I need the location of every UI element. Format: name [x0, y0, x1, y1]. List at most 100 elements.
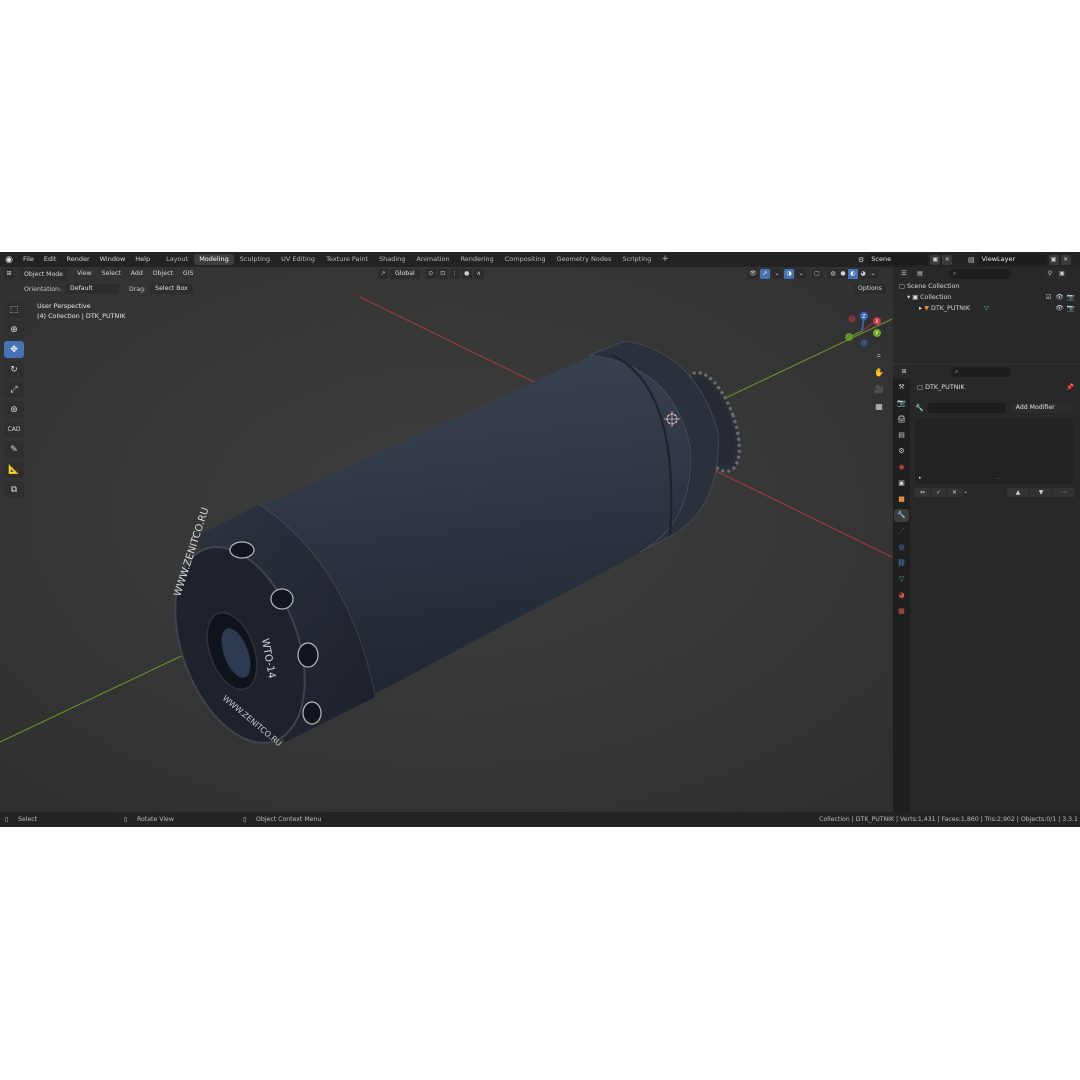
delete-view-layer-icon[interactable]: ✕: [1060, 254, 1071, 265]
eye-icon[interactable]: 👁: [1054, 303, 1065, 314]
select-box-icon[interactable]: ⬚: [4, 301, 24, 318]
wireframe-shading-icon[interactable]: ◍: [828, 269, 838, 279]
copy-view-layer-icon[interactable]: ▣: [1048, 254, 1059, 265]
outliner-editor-icon[interactable]: ☰: [899, 269, 909, 279]
camera-icon[interactable]: 📷: [1065, 303, 1076, 314]
menu-help[interactable]: Help: [130, 252, 155, 267]
move-up-icon[interactable]: ▲: [1007, 488, 1029, 497]
menu-gis[interactable]: GIS: [179, 269, 198, 279]
material-tab-icon[interactable]: ◕: [894, 589, 909, 602]
pin-icon[interactable]: 📌: [1066, 379, 1074, 395]
view-layer-field[interactable]: ViewLayer: [978, 254, 1047, 265]
options-button[interactable]: Options: [854, 284, 886, 294]
tab-scripting[interactable]: Scripting: [617, 254, 656, 265]
add-workspace-button[interactable]: +: [657, 254, 673, 265]
cursor-tool-icon[interactable]: ⊕: [4, 321, 24, 338]
tab-layout[interactable]: Layout: [161, 254, 193, 265]
material-shading-icon[interactable]: ◐: [848, 269, 858, 279]
rendered-shading-icon[interactable]: ◕: [858, 269, 868, 279]
transform-orientation-dropdown[interactable]: Global: [390, 269, 420, 279]
delete-scene-icon[interactable]: ✕: [942, 254, 953, 265]
menu-add[interactable]: Add: [127, 269, 147, 279]
tab-compositing[interactable]: Compositing: [500, 254, 551, 265]
expand-arrow-icon[interactable]: ▸: [919, 475, 922, 481]
scene-tab-icon[interactable]: ⚙: [894, 445, 909, 458]
drag-dropdown[interactable]: Select Box: [150, 284, 193, 294]
modifier-tab-icon[interactable]: 🔧: [894, 509, 909, 522]
data-tab-icon[interactable]: ▽: [894, 573, 909, 586]
tab-animation[interactable]: Animation: [411, 254, 454, 265]
modifier-list-panel[interactable]: ▸ ⋯: [915, 418, 1073, 484]
menu-edit[interactable]: Edit: [39, 252, 62, 267]
link-icon[interactable]: ⇔: [915, 488, 930, 497]
outliner-row-collection[interactable]: ▾ ▣ Collection ☑ 👁 📷: [893, 292, 1080, 303]
more-options-icon[interactable]: ⋯: [1053, 488, 1075, 497]
menu-window[interactable]: Window: [95, 252, 131, 267]
object-tab-icon[interactable]: ■: [894, 493, 909, 506]
mode-selector[interactable]: Object Mode: [20, 268, 67, 280]
orientation-icon[interactable]: ↗: [378, 269, 388, 279]
annotate-tool-icon[interactable]: ✎: [4, 441, 24, 458]
overlay-toggle-icon[interactable]: ◑: [784, 269, 794, 279]
add-cube-tool-icon[interactable]: ⧉: [4, 481, 24, 498]
move-tool-icon[interactable]: ✥: [4, 341, 24, 358]
view-layer-icon[interactable]: ▤: [968, 256, 975, 264]
add-modifier-button[interactable]: Add Modifier: [1011, 403, 1074, 413]
navigation-gizmo[interactable]: Z X Y: [838, 307, 886, 355]
menu-object[interactable]: Object: [149, 269, 177, 279]
gizmo-toggle-icon[interactable]: ↗: [760, 269, 770, 279]
outliner-row-scene-collection[interactable]: ▢ Scene Collection: [893, 281, 1080, 292]
tab-sculpting[interactable]: Sculpting: [235, 254, 275, 265]
constraints-tab-icon[interactable]: ⛓: [894, 557, 909, 570]
chevron-down-icon[interactable]: ⌄: [963, 488, 968, 497]
outliner-row-object[interactable]: ▸ ▼ DTK_PUTNIK ▽ 👁 📷: [893, 303, 1080, 314]
orientation-dropdown[interactable]: Default: [65, 284, 120, 294]
transform-tool-icon[interactable]: ⊛: [4, 401, 24, 418]
perspective-grid-icon[interactable]: ▦: [872, 400, 886, 414]
resize-handle-icon[interactable]: ⋯: [995, 476, 1000, 482]
camera-icon[interactable]: 📷: [1065, 292, 1076, 303]
camera-view-icon[interactable]: 🎥: [872, 383, 886, 397]
render-tab-icon[interactable]: 📷: [894, 397, 909, 410]
scene-icon[interactable]: ⚙: [858, 256, 864, 264]
rotate-tool-icon[interactable]: ↻: [4, 361, 24, 378]
tool-tab-icon[interactable]: ⚒: [894, 381, 909, 394]
output-tab-icon[interactable]: 🖨: [894, 413, 909, 426]
scale-tool-icon[interactable]: ⤢: [4, 381, 24, 398]
3d-viewport[interactable]: WWW.ZENITCO.RU WTO-14 WWW.ZENITCO.RU ⊞ O…: [0, 267, 892, 812]
snap-icon[interactable]: ⊡: [437, 269, 448, 279]
pivot-icon[interactable]: ⊙: [425, 269, 436, 279]
visibility-icon[interactable]: 👁: [748, 269, 758, 279]
tab-rendering[interactable]: Rendering: [456, 254, 499, 265]
expand-arrow-icon[interactable]: ▸: [919, 305, 922, 312]
tab-shading[interactable]: Shading: [374, 254, 410, 265]
zoom-icon[interactable]: ⌕: [872, 349, 886, 363]
new-collection-icon[interactable]: ▣: [1057, 269, 1067, 279]
blender-logo-icon[interactable]: ◉: [0, 255, 18, 265]
properties-search-input[interactable]: ⌕: [951, 367, 1011, 377]
outliner-search-input[interactable]: ⌕: [949, 269, 1011, 279]
move-down-icon[interactable]: ▼: [1030, 488, 1052, 497]
mesh-data-icon[interactable]: ▽: [984, 305, 989, 312]
properties-editor-icon[interactable]: ⊞: [899, 367, 909, 377]
menu-render[interactable]: Render: [61, 252, 94, 267]
filter-icon[interactable]: ⚲: [1045, 269, 1055, 279]
proportional-edit-icon[interactable]: ●: [461, 269, 472, 279]
menu-select[interactable]: Select: [98, 269, 125, 279]
measure-tool-icon[interactable]: 📐: [4, 461, 24, 478]
shading-dropdown-icon[interactable]: ⌄: [868, 269, 878, 279]
tab-modeling[interactable]: Modeling: [194, 254, 234, 265]
texture-tab-icon[interactable]: ▦: [894, 605, 909, 618]
copy-scene-icon[interactable]: ▣: [930, 254, 941, 265]
snap-target-icon[interactable]: ⋮: [449, 269, 460, 279]
collection-tab-icon[interactable]: ▣: [894, 477, 909, 490]
menu-view[interactable]: View: [73, 269, 96, 279]
scene-field[interactable]: Scene: [868, 254, 929, 265]
menu-file[interactable]: File: [18, 252, 39, 267]
eye-icon[interactable]: 👁: [1054, 292, 1065, 303]
xray-icon[interactable]: ▢: [812, 269, 822, 279]
tab-uv-editing[interactable]: UV Editing: [276, 254, 320, 265]
particles-tab-icon[interactable]: ⋰: [894, 525, 909, 538]
pan-hand-icon[interactable]: ✋: [872, 366, 886, 380]
checkbox-icon[interactable]: ☑: [1043, 292, 1054, 303]
